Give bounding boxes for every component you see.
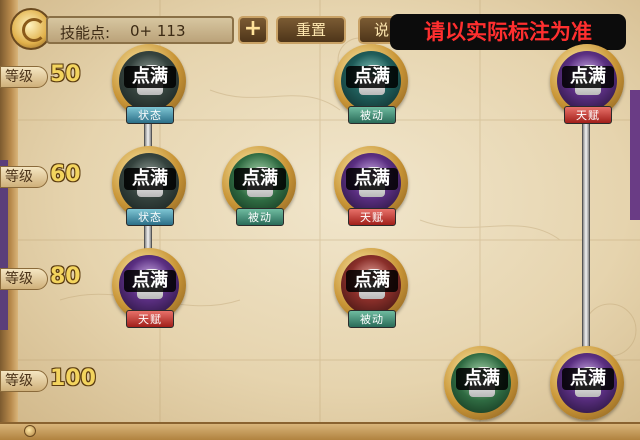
skill-type-ribbon: 被动 bbox=[236, 208, 284, 226]
maxed-label: 点满 bbox=[346, 270, 398, 292]
skill-type-ribbon: 状态 bbox=[126, 208, 174, 226]
connector-line bbox=[582, 112, 590, 364]
right-frame-ornament bbox=[630, 90, 640, 220]
skill-type-ribbon: 天赋 bbox=[564, 106, 612, 124]
maxed-label: 点满 bbox=[124, 66, 176, 88]
level-tag: 等级 bbox=[0, 268, 48, 290]
skill-tree-screen: 技能点: 0+ 113 + 重置 说 请以实际标注为准 等级 50 等级 60 … bbox=[0, 0, 640, 440]
skill-type-ribbon: 被动 bbox=[348, 310, 396, 328]
maxed-label: 点满 bbox=[234, 168, 286, 190]
skill-node[interactable]: 点满 被动 bbox=[332, 44, 412, 134]
skill-node[interactable]: 点满 天赋 bbox=[110, 248, 190, 338]
maxed-label: 点满 bbox=[346, 66, 398, 88]
level-number: 80 bbox=[50, 264, 81, 289]
skill-node[interactable]: 点满 被动 bbox=[332, 248, 412, 338]
skill-points-value: 0+ 113 bbox=[130, 22, 186, 40]
maxed-label: 点满 bbox=[562, 368, 614, 390]
skill-node[interactable]: 点满 状态 bbox=[110, 44, 190, 134]
skill-type-ribbon: 状态 bbox=[126, 106, 174, 124]
level-number: 100 bbox=[50, 366, 96, 391]
maxed-label: 点满 bbox=[562, 66, 614, 88]
level-tag: 等级 bbox=[0, 370, 48, 392]
level-number: 60 bbox=[50, 162, 81, 187]
reset-button[interactable]: 重置 bbox=[276, 16, 346, 44]
level-row-60: 等级 60 bbox=[0, 162, 108, 190]
skill-type-ribbon: 天赋 bbox=[348, 208, 396, 226]
maxed-label: 点满 bbox=[346, 168, 398, 190]
skill-node[interactable]: 点满 天赋 bbox=[332, 146, 412, 236]
skill-node[interactable]: 点满 被动 bbox=[220, 146, 300, 236]
level-row-100: 等级 100 bbox=[0, 366, 108, 394]
skill-type-ribbon: 被动 bbox=[348, 106, 396, 124]
level-row-80: 等级 80 bbox=[0, 264, 108, 292]
maxed-label: 点满 bbox=[124, 168, 176, 190]
skill-node[interactable]: 点满 天赋 bbox=[548, 44, 628, 134]
add-points-button[interactable]: + bbox=[238, 16, 268, 44]
skill-node[interactable]: 点满 状态 bbox=[110, 146, 190, 236]
maxed-label: 点满 bbox=[456, 368, 508, 390]
level-number: 50 bbox=[50, 62, 81, 87]
scroll-indicator-icon bbox=[24, 425, 36, 437]
level-tag: 等级 bbox=[0, 66, 48, 88]
skill-type-ribbon: 天赋 bbox=[126, 310, 174, 328]
bottom-frame bbox=[0, 422, 640, 440]
skill-points-bar: 技能点: 0+ 113 bbox=[46, 16, 234, 44]
level-tag: 等级 bbox=[0, 166, 48, 188]
maxed-label: 点满 bbox=[124, 270, 176, 292]
level-row-50: 等级 50 bbox=[0, 62, 108, 90]
skill-points-label: 技能点: bbox=[60, 24, 111, 42]
